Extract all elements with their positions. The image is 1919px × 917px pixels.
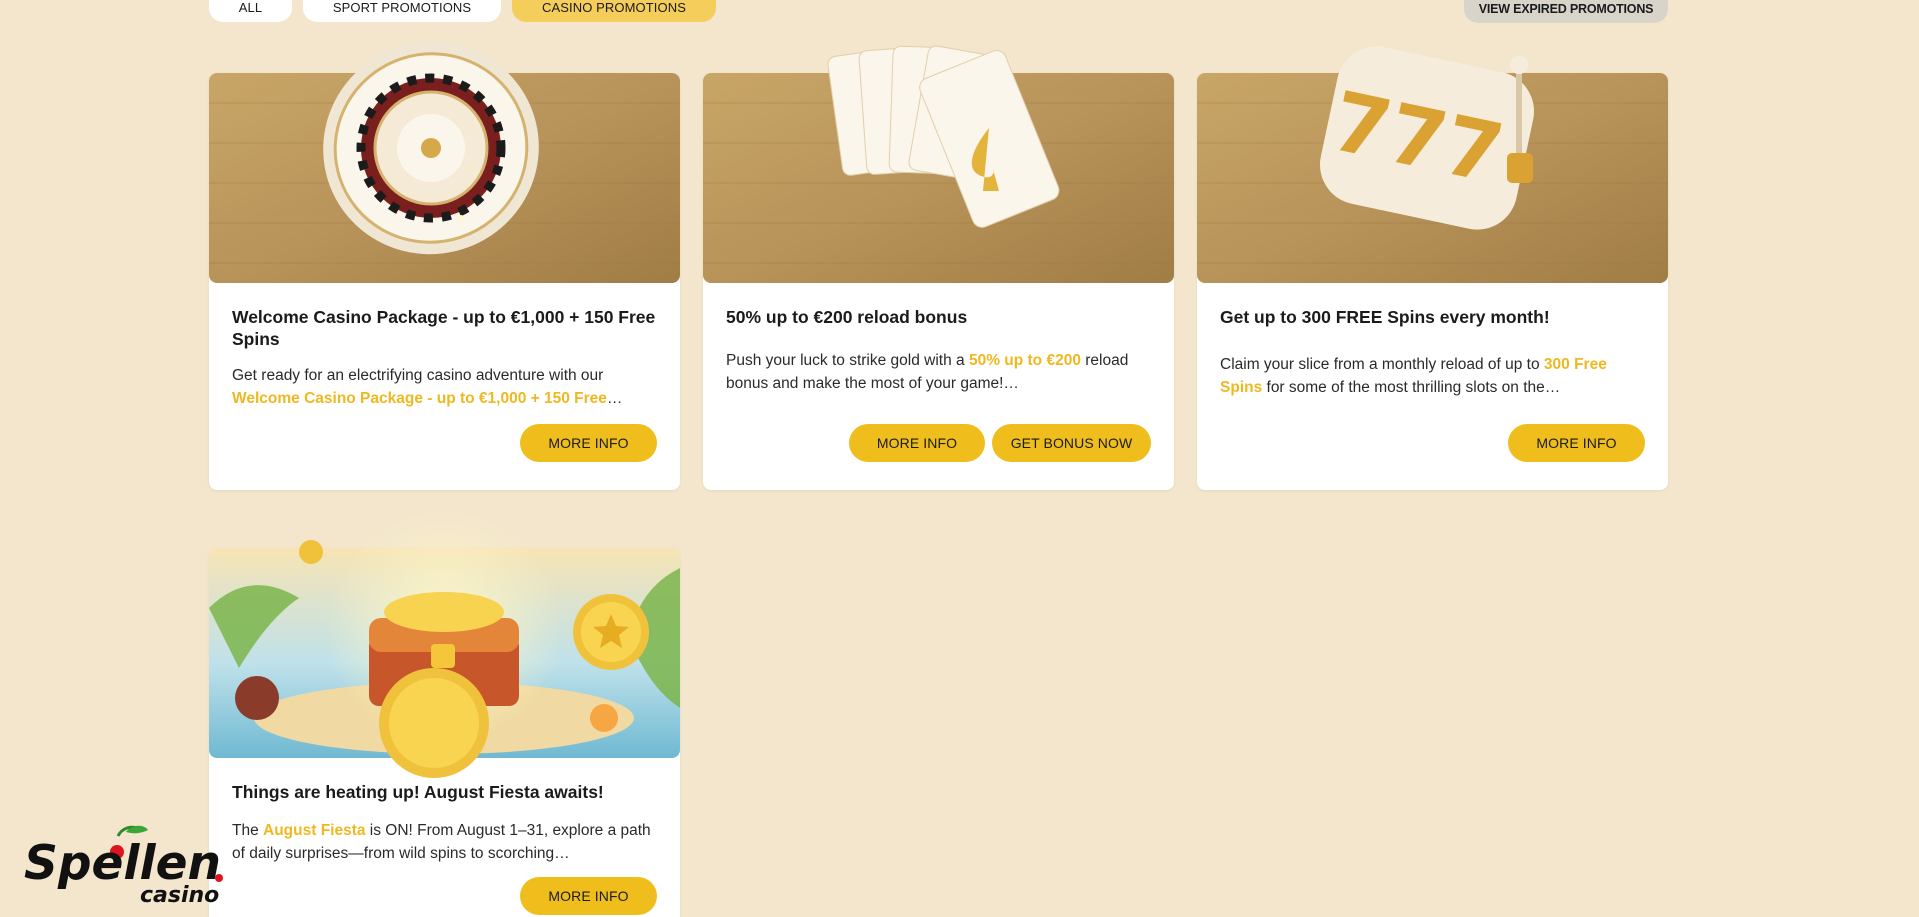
promo-description: The August Fiesta is ON! From August 1–3…: [232, 819, 658, 865]
promo-card-reload-bonus: 50% up to €200 reload bonus Push your lu…: [703, 45, 1174, 490]
promotion-filter-tabs: ALL SPORT PROMOTIONS CASINO PROMOTIONS: [209, 0, 716, 22]
tab-all[interactable]: ALL: [209, 0, 292, 22]
promo-text: Push your luck to strike gold with a: [726, 352, 969, 369]
promo-card-welcome-casino: Welcome Casino Package - up to €1,000 + …: [209, 41, 680, 490]
promo-card-free-spins: 777 Get up to 300 FREE Spins every month…: [1197, 46, 1668, 490]
more-info-button[interactable]: MORE INFO: [1508, 424, 1645, 462]
view-expired-promotions-button[interactable]: VIEW EXPIRED PROMOTIONS: [1464, 0, 1668, 23]
promo-description: Push your luck to strike gold with a 50%…: [726, 349, 1152, 395]
promo-title: Get up to 300 FREE Spins every month!: [1220, 307, 1550, 327]
promo-card-august-fiesta: Things are heating up! August Fiesta awa…: [209, 508, 680, 917]
promo-description: Claim your slice from a monthly reload o…: [1220, 353, 1646, 399]
promo-image-treasure-island: [209, 508, 680, 778]
promo-text: Get ready for an electrifying casino adv…: [232, 367, 604, 384]
more-info-button[interactable]: MORE INFO: [520, 877, 657, 915]
promo-highlight-link[interactable]: Welcome Casino Package - up to €1,000 + …: [232, 390, 607, 407]
spellen-casino-logo[interactable]: Spellen casino: [22, 824, 232, 908]
more-info-button[interactable]: MORE INFO: [520, 424, 657, 462]
promo-title: 50% up to €200 reload bonus: [726, 307, 968, 327]
promo-image-roulette: [209, 41, 680, 283]
tab-casino-promotions[interactable]: CASINO PROMOTIONS: [512, 0, 716, 22]
promo-image-slot-reels: 777: [1197, 46, 1668, 283]
promo-image-cards: [703, 45, 1174, 283]
promo-text-ellipsis: for some of the most thrilling slots on …: [1262, 379, 1561, 396]
promo-highlight-link[interactable]: 50% up to €200: [969, 352, 1081, 369]
logo-subtext: casino: [140, 883, 219, 904]
promo-description: Get ready for an electrifying casino adv…: [232, 364, 658, 410]
promo-text: Claim your slice from a monthly reload o…: [1220, 356, 1544, 373]
tab-sport-promotions[interactable]: SPORT PROMOTIONS: [303, 0, 501, 22]
promo-text: The: [232, 822, 264, 839]
promo-highlight-link[interactable]: August Fiesta: [263, 822, 365, 839]
more-info-button[interactable]: MORE INFO: [849, 424, 985, 462]
promo-title: Welcome Casino Package - up to €1,000 + …: [232, 307, 656, 349]
promo-title: Things are heating up! August Fiesta awa…: [232, 782, 604, 802]
promotions-page: ALL SPORT PROMOTIONS CASINO PROMOTIONS V…: [0, 0, 1919, 917]
get-bonus-now-button[interactable]: GET BONUS NOW: [992, 424, 1151, 462]
promo-text-ellipsis: …: [606, 390, 623, 407]
